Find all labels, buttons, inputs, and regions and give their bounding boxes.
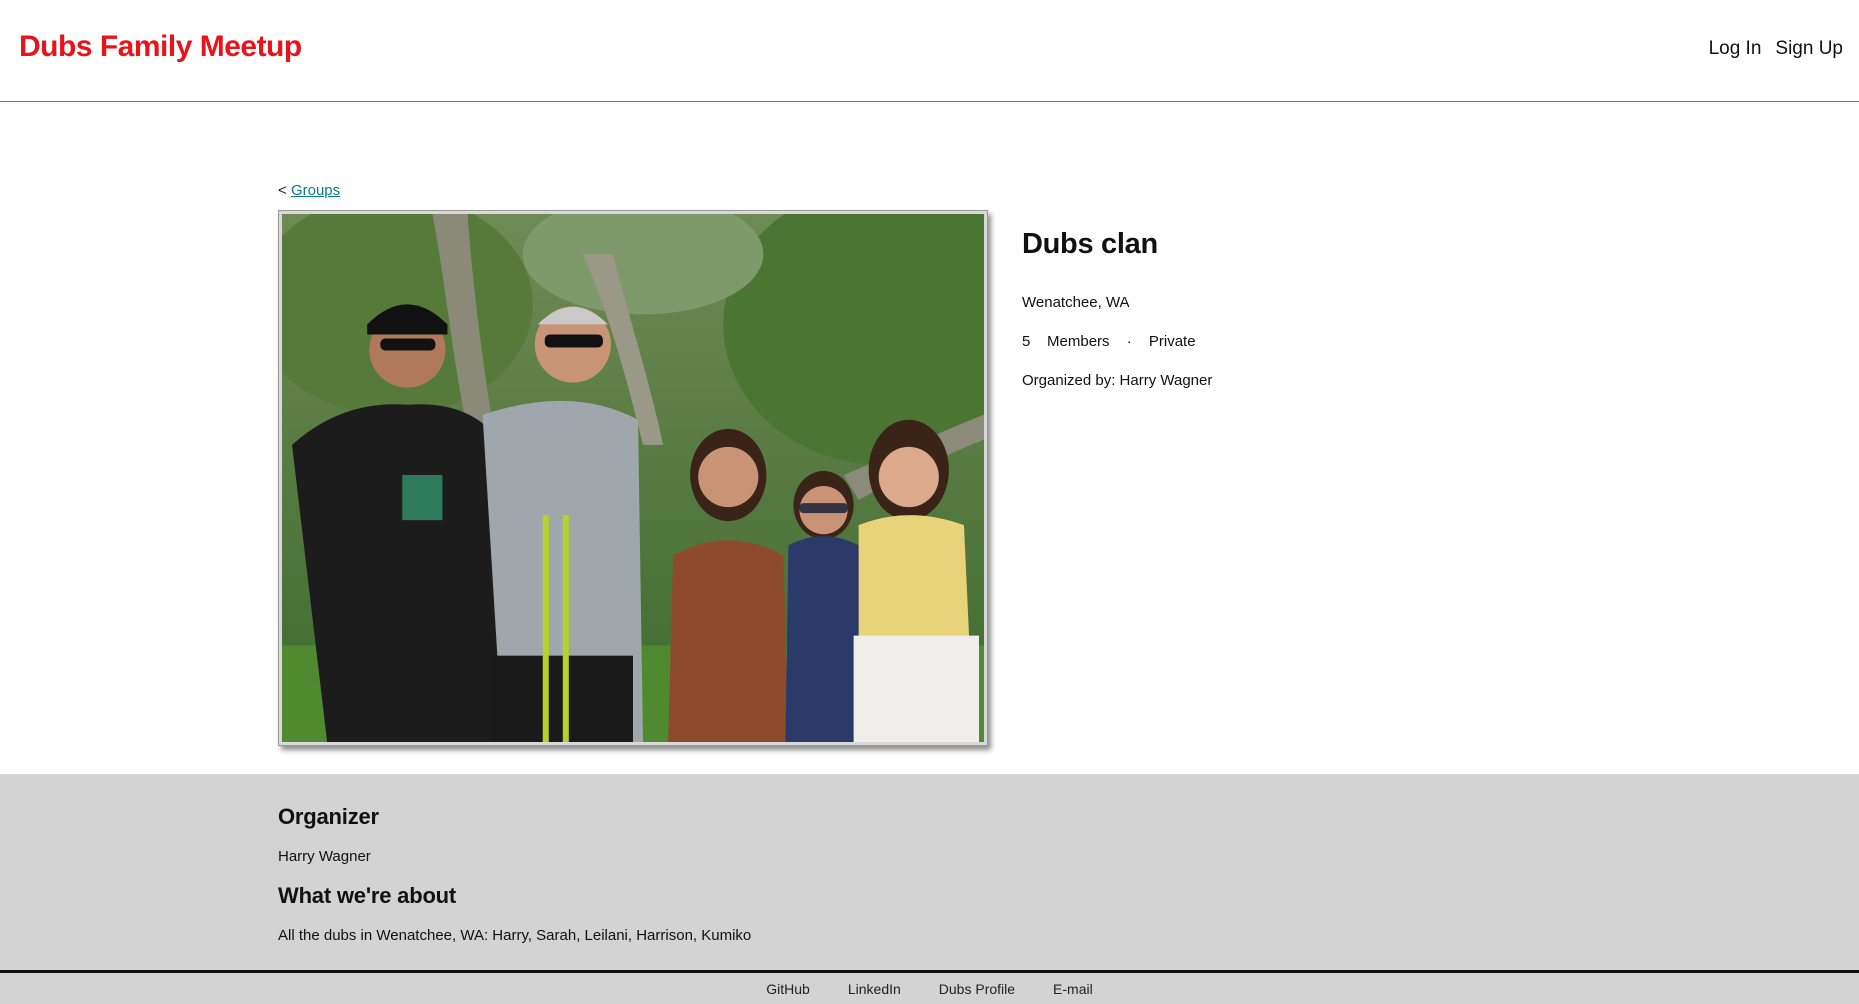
group-title: Dubs clan bbox=[1022, 228, 1158, 260]
login-link[interactable]: Log In bbox=[1709, 38, 1762, 60]
footer-email-link[interactable]: E-mail bbox=[1053, 981, 1093, 997]
group-stats: 5 Members · Private bbox=[1022, 333, 1212, 350]
organizer-name: Harry Wagner bbox=[278, 848, 371, 865]
group-info: Dubs clan Wenatchee, WA 5 Members · Priv… bbox=[1022, 228, 1212, 411]
organized-by: Organized by: Harry Wagner bbox=[1022, 372, 1213, 389]
group-details-section: Organizer Harry Wagner What we're about … bbox=[0, 774, 1859, 970]
footer-github-link[interactable]: GitHub bbox=[766, 981, 810, 997]
brand-logo-link[interactable]: Dubs Family Meetup bbox=[19, 30, 302, 64]
footer-profile-link[interactable]: Dubs Profile bbox=[939, 981, 1015, 997]
site-footer: GitHub LinkedIn Dubs Profile E-mail bbox=[0, 970, 1859, 1004]
about-heading: What we're about bbox=[278, 883, 457, 908]
member-count: 5 bbox=[1022, 333, 1031, 350]
organizer-heading: Organizer bbox=[278, 804, 379, 829]
members-label: Members bbox=[1047, 333, 1110, 350]
site-header: Dubs Family Meetup Log In Sign Up bbox=[0, 0, 1859, 102]
signup-link[interactable]: Sign Up bbox=[1775, 38, 1843, 60]
breadcrumb-groups-link[interactable]: Groups bbox=[291, 182, 340, 199]
breadcrumb-back-chevron: < bbox=[278, 182, 287, 199]
header-nav: Log In Sign Up bbox=[1709, 38, 1843, 60]
group-photo-frame bbox=[278, 210, 988, 746]
group-location: Wenatchee, WA bbox=[1022, 294, 1130, 311]
group-photo bbox=[282, 214, 984, 742]
privacy-status: Private bbox=[1148, 333, 1196, 350]
footer-linkedin-link[interactable]: LinkedIn bbox=[848, 981, 901, 997]
about-text: All the dubs in Wenatchee, WA: Harry, Sa… bbox=[278, 927, 752, 944]
breadcrumb: < Groups bbox=[278, 182, 340, 199]
stats-separator: · bbox=[1126, 333, 1132, 350]
